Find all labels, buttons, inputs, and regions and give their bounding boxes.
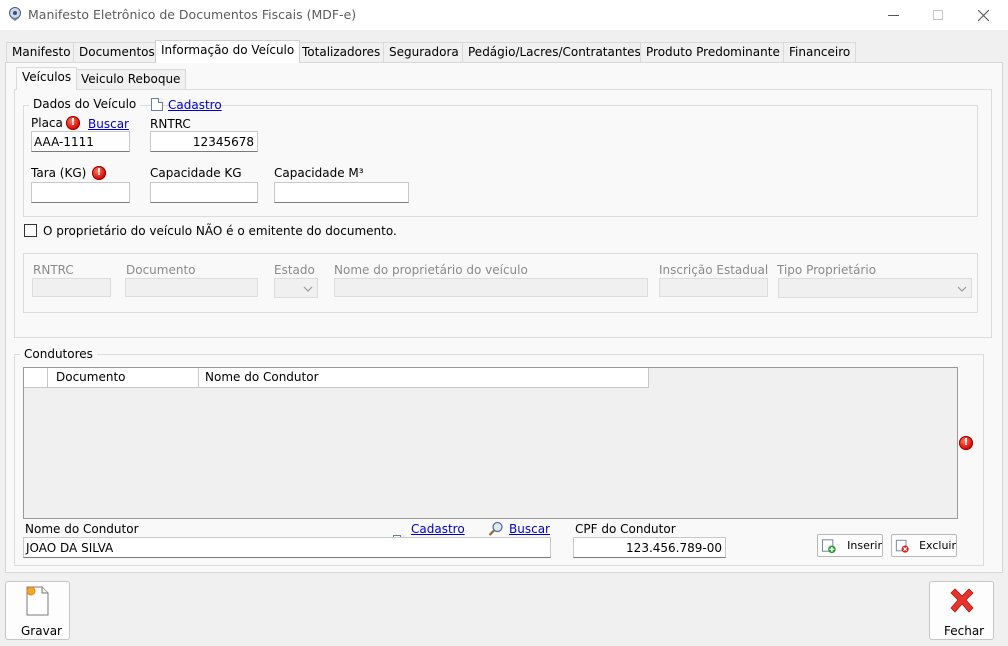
nome-condutor-input[interactable]: JOAO DA SILVA: [23, 537, 551, 558]
capacidade-kg-label: Capacidade KG: [150, 166, 242, 180]
tab-seguradora[interactable]: Seguradora: [383, 42, 465, 62]
grid-header: Documento Nome do Condutor: [24, 368, 649, 388]
condutores-grid[interactable]: Documento Nome do Condutor: [23, 367, 958, 519]
prop-rntrc-label: RNTRC: [33, 263, 74, 277]
error-icon: !: [959, 436, 973, 450]
rntrc-input[interactable]: 12345678: [150, 131, 258, 152]
close-button[interactable]: [960, 0, 1006, 30]
app-icon: [9, 7, 21, 21]
placa-input[interactable]: AAA-1111: [31, 131, 130, 152]
tab-informacao-veiculo[interactable]: Informação do Veículo: [155, 40, 301, 63]
prop-estado-select: [274, 278, 318, 298]
tab-produto-predominante[interactable]: Produto Predominante: [640, 42, 786, 62]
excluir-label: Excluir: [919, 539, 956, 552]
prop-rntrc-input: [32, 278, 111, 297]
error-icon: !: [92, 166, 106, 180]
add-icon: [821, 538, 836, 553]
window-title: Manifesto Eletrônico de Documentos Fisca…: [28, 7, 357, 22]
fechar-label: Fechar: [944, 624, 985, 638]
grid-col-documento[interactable]: Documento: [48, 368, 199, 388]
minimize-button[interactable]: [870, 0, 916, 30]
rntrc-label: RNTRC: [150, 117, 191, 131]
cpf-condutor-input[interactable]: 123.456.789-00: [573, 537, 726, 558]
excluir-button[interactable]: Excluir: [891, 534, 957, 557]
proprietario-checkbox[interactable]: [24, 224, 37, 237]
maximize-icon: [933, 10, 943, 20]
prop-documento-label: Documento: [126, 263, 196, 277]
error-icon: !: [66, 116, 80, 130]
tab-totalizadores[interactable]: Totalizadores: [296, 42, 387, 62]
save-icon: [26, 586, 49, 616]
placa-label: Placa: [31, 116, 63, 130]
tab-financeiro[interactable]: Financeiro: [783, 42, 857, 62]
grid-col-nome-condutor[interactable]: Nome do Condutor: [199, 368, 649, 388]
prop-nome-label: Nome do proprietário do veículo: [334, 263, 528, 277]
inserir-label: Inserir: [847, 539, 882, 552]
chevron-down-icon: [957, 286, 967, 292]
prop-documento-input: [125, 278, 258, 297]
prop-estado-label: Estado: [274, 263, 315, 277]
tara-label: Tara (KG): [31, 166, 87, 180]
veiculo-cadastro-link[interactable]: Cadastro: [168, 98, 222, 112]
prop-nome-input: [334, 278, 648, 297]
grid-row-selector-header: [24, 368, 48, 388]
placa-buscar-link[interactable]: Buscar: [88, 117, 129, 131]
close-x-icon: [950, 588, 974, 613]
tab-pedagio-lacres-contratantes[interactable]: Pedágio/Lacres/Contratantes: [462, 42, 647, 62]
prop-ie-input: [659, 278, 768, 297]
capacidade-kg-input[interactable]: [150, 182, 258, 203]
maximize-button[interactable]: [915, 0, 961, 30]
gravar-button[interactable]: Gravar: [5, 581, 70, 640]
document-icon: [151, 98, 163, 111]
delete-icon: [895, 539, 909, 553]
cpf-condutor-label: CPF do Condutor: [575, 522, 676, 536]
tara-input[interactable]: [31, 182, 130, 203]
fechar-button[interactable]: Fechar: [929, 581, 994, 640]
minimize-icon: [887, 14, 899, 16]
tab-documentos[interactable]: Documentos: [73, 42, 161, 62]
condutor-buscar-link[interactable]: Buscar: [509, 522, 550, 536]
search-icon: [488, 521, 503, 536]
capacidade-m3-input[interactable]: [274, 182, 409, 203]
inserir-button[interactable]: Inserir: [817, 534, 883, 557]
nome-condutor-label: Nome do Condutor: [25, 522, 139, 536]
tab-manifesto[interactable]: Manifesto: [6, 42, 77, 62]
condutores-label: Condutores: [20, 347, 97, 361]
prop-ie-label: Inscrição Estadual: [659, 263, 769, 277]
gravar-label: Gravar: [21, 624, 62, 638]
capacidade-m3-label: Capacidade M³: [274, 166, 364, 180]
prop-tipo-label: Tipo Proprietário: [777, 263, 877, 277]
dados-veiculo-label: Dados do Veículo: [29, 97, 141, 111]
subtab-veiculos[interactable]: Veículos: [16, 67, 78, 90]
chevron-down-icon: [303, 286, 313, 292]
prop-tipo-select: [778, 278, 972, 298]
subtab-veiculo-reboque[interactable]: Veiculo Reboque: [75, 69, 187, 89]
condutor-cadastro-link[interactable]: Cadastro: [411, 522, 465, 536]
proprietario-checkbox-label: O proprietário do veículo NÃO é o emiten…: [43, 224, 397, 238]
close-icon: [977, 9, 989, 21]
